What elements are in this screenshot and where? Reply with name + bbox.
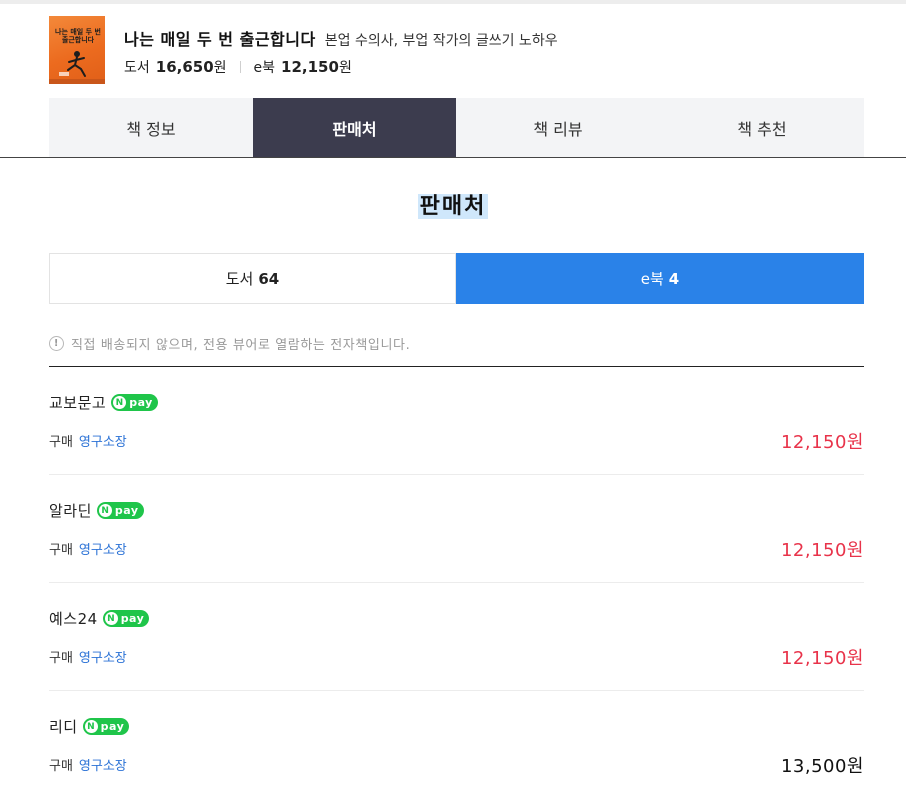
tab-book-recommend[interactable]: 책 추천 bbox=[660, 98, 864, 157]
seller-name-text: 알라딘 bbox=[49, 502, 92, 520]
price-divider bbox=[239, 61, 241, 73]
exclamation-icon: ! bbox=[49, 336, 64, 351]
buy-label: 구매 bbox=[49, 651, 73, 666]
buy-option: 구매 영구소장 bbox=[49, 647, 127, 666]
tab-book-review[interactable]: 책 리뷰 bbox=[456, 98, 660, 157]
npay-label: pay bbox=[129, 396, 153, 409]
tabs-divider bbox=[0, 157, 906, 158]
buy-label: 구매 bbox=[49, 543, 73, 558]
buy-option: 구매 영구소장 bbox=[49, 755, 127, 774]
format-print-count: 64 bbox=[258, 269, 280, 288]
ebook-price-value: 12,150 bbox=[281, 58, 339, 76]
seller-price[interactable]: 12,150원 bbox=[781, 536, 864, 562]
ebook-price: 12,150원 bbox=[281, 57, 352, 77]
buy-type[interactable]: 영구소장 bbox=[79, 651, 127, 666]
seller-name[interactable]: 예스24 Npay bbox=[49, 608, 150, 629]
buy-label: 구매 bbox=[49, 435, 73, 450]
title-line: 나는 매일 두 번 출근합니다 본업 수의사, 부업 작가의 글쓰기 노하우 bbox=[124, 26, 558, 50]
buy-type[interactable]: 영구소장 bbox=[79, 543, 127, 558]
seller-row: 리디 Npay 구매 영구소장 13,500원 bbox=[49, 691, 864, 799]
price-summary: 도서 16,650원 e북 12,150원 bbox=[124, 57, 352, 77]
runner-illustration-icon bbox=[59, 51, 86, 77]
buy-type[interactable]: 영구소장 bbox=[79, 759, 127, 774]
naver-n-icon: N bbox=[113, 396, 127, 409]
seller-price[interactable]: 13,500원 bbox=[781, 752, 864, 778]
top-strip bbox=[0, 0, 906, 4]
format-toggle: 도서 64 e북 4 bbox=[49, 253, 864, 304]
book-subtitle: 본업 수의사, 부업 작가의 글쓰기 노하우 bbox=[324, 33, 558, 49]
print-price: 16,650원 bbox=[156, 57, 227, 77]
seller-row: 알라딘 Npay 구매 영구소장 12,150원 bbox=[49, 475, 864, 583]
npay-badge: Npay bbox=[82, 718, 130, 735]
book-header: 나는 매일 두 번 출근합니다 나는 매일 두 번 출근합니다 본업 수의사, … bbox=[49, 16, 869, 84]
format-print-button[interactable]: 도서 64 bbox=[49, 253, 456, 304]
npay-badge: Npay bbox=[111, 394, 158, 411]
npay-label: pay bbox=[100, 720, 125, 733]
book-tabs: 책 정보 판매처 책 리뷰 책 추천 bbox=[49, 98, 864, 157]
seller-name[interactable]: 리디 Npay bbox=[49, 716, 130, 737]
seller-row: 교보문고 Npay 구매 영구소장 12,150원 bbox=[49, 367, 864, 475]
cover-footer bbox=[49, 79, 105, 84]
cover-title: 나는 매일 두 번 출근합니다 bbox=[55, 28, 101, 44]
naver-n-icon: N bbox=[98, 504, 112, 517]
format-ebook-label: e북 bbox=[640, 270, 664, 288]
npay-label: pay bbox=[120, 612, 145, 625]
book-cover-image[interactable]: 나는 매일 두 번 출근합니다 bbox=[49, 16, 105, 84]
format-ebook-count: 4 bbox=[668, 269, 680, 288]
print-price-unit: 원 bbox=[213, 60, 227, 76]
seller-row: 예스24 Npay 구매 영구소장 12,150원 bbox=[49, 583, 864, 691]
npay-badge: Npay bbox=[102, 610, 150, 627]
print-price-value: 16,650 bbox=[155, 58, 214, 76]
seller-name[interactable]: 교보문고 Npay bbox=[49, 392, 158, 413]
seller-price[interactable]: 12,150원 bbox=[781, 428, 864, 454]
seller-name-text: 리디 bbox=[49, 718, 78, 736]
seller-name[interactable]: 알라딘 Npay bbox=[49, 500, 144, 521]
buy-label: 구매 bbox=[49, 759, 73, 774]
buy-option: 구매 영구소장 bbox=[49, 431, 127, 450]
format-print-label: 도서 bbox=[225, 270, 254, 288]
book-title[interactable]: 나는 매일 두 번 출근합니다 bbox=[124, 30, 316, 49]
ebook-price-unit: 원 bbox=[338, 60, 352, 76]
npay-label: pay bbox=[114, 504, 139, 517]
ebook-notice: ! 직접 배송되지 않으며, 전용 뷰어로 열람하는 전자책입니다. bbox=[49, 334, 410, 353]
tab-sellers[interactable]: 판매처 bbox=[253, 98, 456, 157]
notice-text: 직접 배송되지 않으며, 전용 뷰어로 열람하는 전자책입니다. bbox=[71, 338, 411, 353]
seller-price[interactable]: 12,150원 bbox=[781, 644, 864, 670]
seller-name-text: 교보문고 bbox=[49, 394, 107, 412]
naver-n-icon: N bbox=[104, 612, 118, 625]
section-title-text: 판매처 bbox=[417, 194, 489, 219]
tab-book-info[interactable]: 책 정보 bbox=[49, 98, 253, 157]
npay-badge: Npay bbox=[96, 502, 144, 519]
buy-type[interactable]: 영구소장 bbox=[79, 435, 127, 450]
section-title: 판매처 bbox=[0, 188, 906, 220]
seller-name-text: 예스24 bbox=[49, 610, 98, 628]
print-price-label: 도서 bbox=[124, 60, 150, 76]
buy-option: 구매 영구소장 bbox=[49, 539, 127, 558]
naver-n-icon: N bbox=[84, 720, 98, 733]
ebook-price-label: e북 bbox=[253, 60, 276, 76]
format-ebook-button[interactable]: e북 4 bbox=[456, 253, 864, 304]
